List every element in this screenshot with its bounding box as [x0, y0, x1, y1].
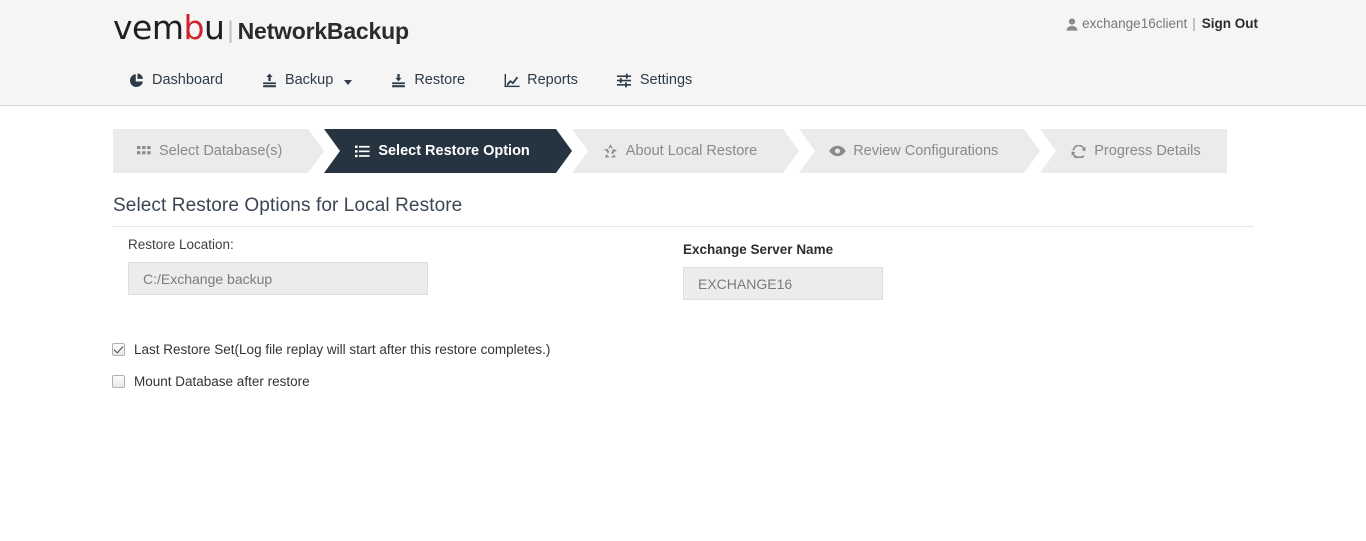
- upload-icon: [261, 72, 278, 88]
- product-name: NetworkBackup: [237, 18, 409, 44]
- option-mount-database-after-restore[interactable]: Mount Database after restore: [112, 373, 550, 390]
- logo-prefix: vem: [113, 8, 184, 47]
- page-title: Select Restore Options for Local Restore: [113, 195, 463, 216]
- wizard-step-select-databases[interactable]: Select Database(s): [113, 129, 325, 173]
- chevron-down-icon: [344, 79, 353, 85]
- exchange-server-field: Exchange Server Name: [683, 242, 883, 300]
- logo-accent-letter: b: [183, 8, 204, 47]
- wizard-step-progress-details[interactable]: Progress Details: [1040, 129, 1227, 173]
- brand-logo[interactable]: vembu | NetworkBackup: [113, 11, 409, 46]
- chart-line-icon: [503, 72, 520, 88]
- last-restore-set-checkbox[interactable]: [112, 343, 125, 356]
- vembu-wordmark: vembu: [113, 8, 225, 47]
- list-icon: [354, 144, 371, 159]
- nav-label: Restore: [414, 72, 466, 88]
- mount-database-checkbox[interactable]: [112, 375, 125, 388]
- logo-suffix: u: [203, 8, 225, 47]
- account-separator: |: [1192, 16, 1196, 31]
- title-divider: [112, 226, 1254, 227]
- restore-location-field: Restore Location:: [128, 237, 428, 295]
- restore-options-group: Last Restore Set(Log file replay will st…: [112, 341, 550, 405]
- eye-icon: [829, 144, 846, 159]
- site-header: vembu | NetworkBackup exchange16client |…: [0, 0, 1366, 106]
- wizard-step-label: Select Database(s): [159, 143, 283, 159]
- option-label: Last Restore Set(Log file replay will st…: [134, 342, 551, 357]
- nav-item-reports[interactable]: Reports: [503, 68, 592, 92]
- wizard-step-bar: Select Database(s) Select Restore Option…: [113, 129, 1227, 173]
- restore-location-input[interactable]: [128, 262, 428, 295]
- nav-label: Dashboard: [152, 72, 223, 88]
- sign-out-link[interactable]: Sign Out: [1202, 16, 1258, 31]
- wizard-step-about-local-restore[interactable]: About Local Restore: [571, 129, 800, 173]
- option-label: Mount Database after restore: [134, 374, 310, 389]
- wizard-step-review-configurations[interactable]: Review Configurations: [799, 129, 1041, 173]
- restore-location-label: Restore Location:: [128, 237, 234, 252]
- nav-item-settings[interactable]: Settings: [616, 68, 706, 92]
- sliders-icon: [616, 72, 633, 88]
- nav-label: Reports: [527, 72, 578, 88]
- pie-chart-icon: [128, 72, 145, 88]
- option-last-restore-set[interactable]: Last Restore Set(Log file replay will st…: [112, 341, 550, 358]
- refresh-icon: [1070, 144, 1087, 159]
- wizard-step-label: Progress Details: [1094, 143, 1201, 159]
- download-icon: [390, 72, 407, 88]
- grid-icon: [135, 144, 152, 159]
- wizard-step-label: About Local Restore: [625, 143, 758, 159]
- wizard-step-label: Review Configurations: [853, 143, 999, 159]
- recycle-icon: [602, 144, 619, 159]
- nav-item-dashboard[interactable]: Dashboard: [128, 68, 237, 92]
- wizard-step-select-restore-option[interactable]: Select Restore Option: [324, 129, 573, 173]
- nav-item-backup[interactable]: Backup: [261, 68, 366, 92]
- brand-separator: |: [227, 17, 234, 44]
- nav-label: Backup: [284, 72, 334, 88]
- wizard-step-label: Select Restore Option: [378, 143, 530, 159]
- username-label: exchange16client: [1082, 16, 1188, 31]
- exchange-server-label: Exchange Server Name: [683, 242, 834, 257]
- nav-label: Settings: [639, 72, 693, 88]
- main-navigation: Dashboard Backup Restore Reports Setting…: [128, 68, 706, 92]
- user-icon: [1066, 18, 1078, 31]
- nav-item-restore[interactable]: Restore: [390, 68, 479, 92]
- exchange-server-input[interactable]: [683, 267, 883, 300]
- account-area: exchange16client | Sign Out: [1066, 16, 1258, 31]
